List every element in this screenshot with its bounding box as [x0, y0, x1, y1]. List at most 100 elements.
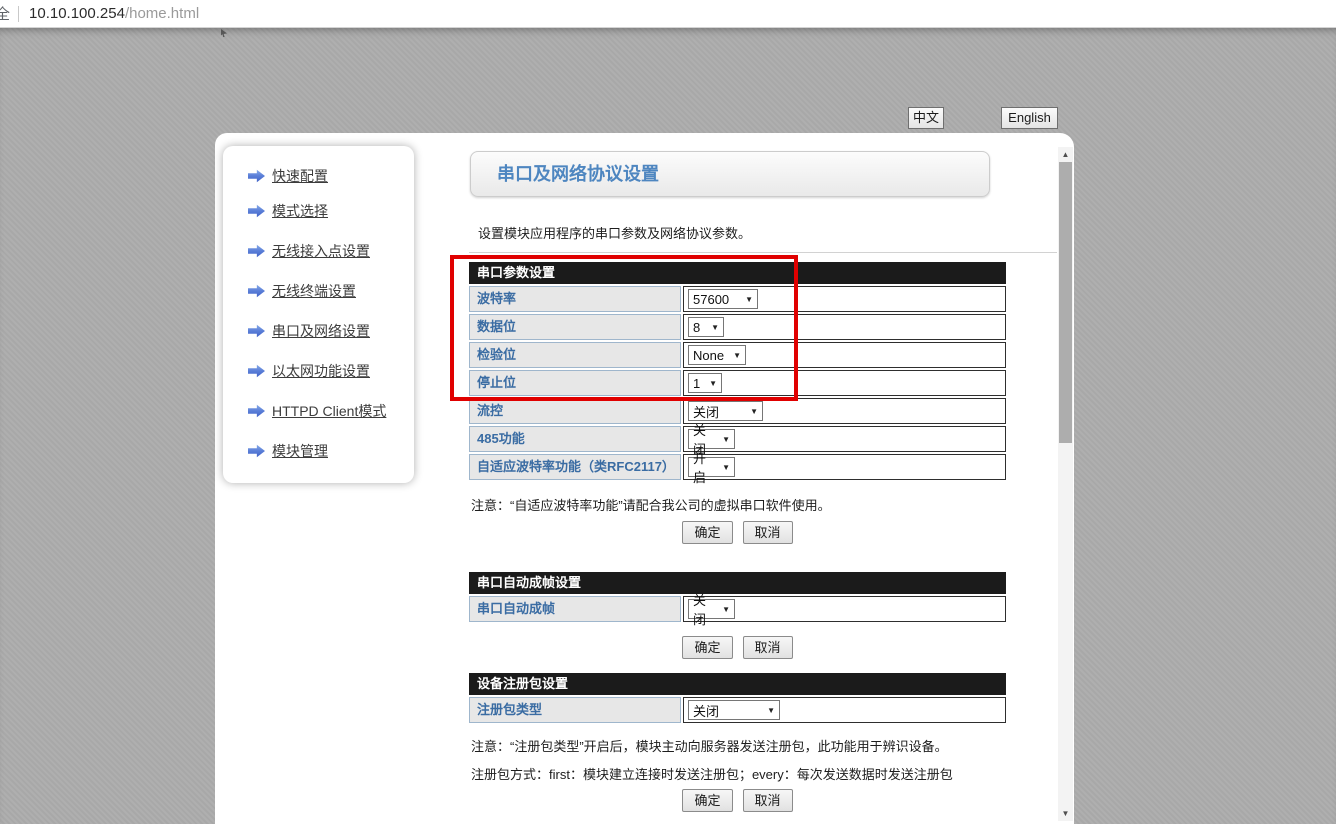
auto-frame-select[interactable]: 关闭 ▼ — [688, 599, 735, 619]
blue-right-arrow-icon — [248, 404, 265, 419]
dropdown-arrow-icon: ▼ — [722, 463, 730, 472]
language-english-button[interactable]: English — [1001, 107, 1058, 129]
blue-right-arrow-icon — [248, 204, 265, 219]
blue-right-arrow-icon — [248, 284, 265, 299]
table-row: 检验位 None ▼ — [469, 342, 1006, 368]
sidebar-item-httpd-client[interactable]: HTTPD Client模式 — [248, 400, 414, 422]
baud-rate-select[interactable]: 57600 ▼ — [688, 289, 758, 309]
dropdown-arrow-icon: ▼ — [745, 295, 753, 304]
serial-params-note: 注意：“自适应波特率功能”请配合我公司的虚拟串口软件使用。 — [471, 495, 831, 514]
sidebar-item-ethernet[interactable]: 以太网功能设置 — [248, 360, 414, 382]
row-value-cell: 1 ▼ — [683, 370, 1006, 396]
sidebar-item-wireless-ap[interactable]: 无线接入点设置 — [248, 240, 414, 262]
vertical-scrollbar[interactable]: ▲ ▼ — [1058, 147, 1073, 821]
row-label: 串口自动成帧 — [469, 596, 681, 622]
sidebar-item-module-management[interactable]: 模块管理 — [248, 440, 414, 462]
scroll-down-icon[interactable]: ▼ — [1058, 806, 1073, 821]
row-value-cell: 关闭 ▼ — [683, 596, 1006, 622]
url-host: 10.10.100.254 — [29, 5, 125, 22]
page-title: 串口及网络协议设置 — [470, 151, 990, 197]
dropdown-arrow-icon: ▼ — [722, 605, 730, 614]
rs485-function-select[interactable]: 关闭 ▼ — [688, 429, 735, 449]
language-chinese-button[interactable]: 中文 — [908, 107, 944, 129]
sidebar-item-serial-network[interactable]: 串口及网络设置 — [248, 320, 414, 342]
sidebar-item-label: 快速配置 — [272, 166, 328, 186]
scrollbar-thumb[interactable] — [1059, 162, 1072, 443]
sidebar-item-wireless-sta[interactable]: 无线终端设置 — [248, 280, 414, 302]
blue-right-arrow-icon — [248, 169, 265, 184]
cancel-button[interactable]: 取消 — [743, 789, 793, 812]
reg-packet-type-select[interactable]: 关闭 ▼ — [688, 700, 780, 720]
data-bits-select[interactable]: 8 ▼ — [688, 317, 724, 337]
dropdown-arrow-icon: ▼ — [733, 351, 741, 360]
sidebar-item-label: 模式选择 — [272, 201, 328, 221]
select-value: 关闭 — [693, 701, 719, 720]
blue-right-arrow-icon — [248, 324, 265, 339]
flow-control-select[interactable]: 关闭 ▼ — [688, 401, 763, 421]
page-description: 设置模块应用程序的串口参数及网络协议参数。 — [478, 223, 751, 242]
ok-button[interactable]: 确定 — [682, 521, 732, 544]
ok-button[interactable]: 确定 — [682, 789, 732, 812]
url-path: /home.html — [125, 5, 199, 22]
cancel-button[interactable]: 取消 — [743, 636, 793, 659]
ok-button[interactable]: 确定 — [682, 636, 732, 659]
table-row: 注册包类型 关闭 ▼ — [469, 697, 1006, 723]
table-row: 485功能 关闭 ▼ — [469, 426, 1006, 452]
divider — [469, 252, 1057, 253]
sidebar-item-label: HTTPD Client模式 — [272, 401, 386, 421]
sidebar-item-label: 无线接入点设置 — [272, 241, 370, 261]
sidebar-nav: 快速配置 模式选择 无线接入点设置 无线终端设置 串口及网络设置 以太网功能设置 — [223, 146, 414, 483]
browser-address-bar[interactable]: 全 10.10.100.254/home.html — [0, 0, 1336, 28]
table-row: 波特率 57600 ▼ — [469, 286, 1006, 312]
row-label: 485功能 — [469, 426, 681, 452]
reg-packet-table: 设备注册包设置 注册包类型 关闭 ▼ — [469, 673, 1006, 723]
serial-params-table: 串口参数设置 波特率 57600 ▼ 数据位 8 ▼ — [469, 262, 1006, 480]
table-header: 串口自动成帧设置 — [469, 572, 1006, 594]
mouse-cursor-artifact — [221, 29, 227, 37]
sidebar-item-label: 串口及网络设置 — [272, 321, 370, 341]
table-header: 串口参数设置 — [469, 262, 1006, 284]
select-value: 8 — [693, 320, 700, 335]
row-value-cell: 关闭 ▼ — [683, 697, 1006, 723]
scrollbar-track[interactable] — [1058, 162, 1073, 806]
row-label: 数据位 — [469, 314, 681, 340]
row-value-cell: None ▼ — [683, 342, 1006, 368]
row-value-cell: 57600 ▼ — [683, 286, 1006, 312]
table-row: 自适应波特率功能（类RFC2117） 开启 ▼ — [469, 454, 1006, 480]
parity-select[interactable]: None ▼ — [688, 345, 746, 365]
blue-right-arrow-icon — [248, 364, 265, 379]
table-row: 停止位 1 ▼ — [469, 370, 1006, 396]
table-row: 流控 关闭 ▼ — [469, 398, 1006, 424]
sidebar-item-label: 以太网功能设置 — [272, 361, 370, 381]
row-value-cell: 关闭 ▼ — [683, 426, 1006, 452]
select-value: 1 — [693, 376, 700, 391]
sidebar-item-label: 模块管理 — [272, 441, 328, 461]
blue-right-arrow-icon — [248, 444, 265, 459]
cancel-button[interactable]: 取消 — [743, 521, 793, 544]
sidebar-item-mode-select[interactable]: 模式选择 — [248, 200, 414, 222]
serial-params-button-row: 确定 取消 — [469, 521, 1006, 544]
dropdown-arrow-icon: ▼ — [722, 435, 730, 444]
dropdown-arrow-icon: ▼ — [709, 379, 717, 388]
select-value: 关闭 — [693, 402, 719, 421]
row-label: 注册包类型 — [469, 697, 681, 723]
row-label: 检验位 — [469, 342, 681, 368]
blue-right-arrow-icon — [248, 244, 265, 259]
select-value: None — [693, 348, 724, 363]
main-content-panel: 快速配置 模式选择 无线接入点设置 无线终端设置 串口及网络设置 以太网功能设置 — [215, 133, 1074, 824]
dropdown-arrow-icon: ▼ — [711, 323, 719, 332]
adaptive-baud-select[interactable]: 开启 ▼ — [688, 457, 735, 477]
auto-frame-table: 串口自动成帧设置 串口自动成帧 关闭 ▼ — [469, 572, 1006, 622]
url-separator — [18, 6, 19, 22]
reg-packet-note-2: 注册包方式：first：模块建立连接时发送注册包；every：每次发送数据时发送… — [471, 764, 953, 783]
select-value: 开启 — [693, 448, 717, 486]
dropdown-arrow-icon: ▼ — [750, 407, 758, 416]
scroll-up-icon[interactable]: ▲ — [1058, 147, 1073, 162]
row-label: 流控 — [469, 398, 681, 424]
stop-bits-select[interactable]: 1 ▼ — [688, 373, 722, 393]
select-value: 57600 — [693, 292, 729, 307]
select-value: 关闭 — [693, 590, 717, 628]
sidebar-item-quick-config[interactable]: 快速配置 — [248, 165, 414, 187]
reg-packet-note-1: 注意：“注册包类型”开启后，模块主动向服务器发送注册包，此功能用于辨识设备。 — [471, 736, 948, 755]
auto-frame-button-row: 确定 取消 — [469, 636, 1006, 659]
